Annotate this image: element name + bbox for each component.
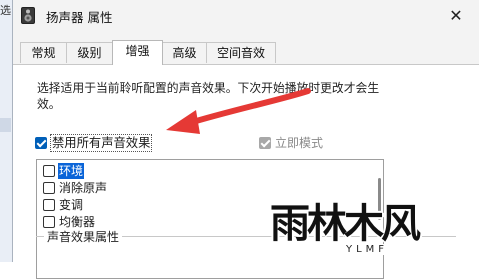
disable-all-effects-checkbox[interactable] bbox=[35, 137, 47, 149]
window-title: 扬声器 属性 bbox=[46, 10, 113, 25]
background-window-text: 选 bbox=[0, 4, 11, 17]
effect-label[interactable]: 变调 bbox=[58, 197, 84, 213]
effect-checkbox-environment[interactable] bbox=[43, 165, 55, 177]
close-button[interactable]: ✕ bbox=[433, 0, 479, 30]
enhancements-description: 选择适用于当前聆听配置的声音效果。下次开始播放时更改才会生效。 bbox=[37, 81, 380, 111]
title-bar[interactable]: 扬声器 属性 ✕ bbox=[13, 0, 479, 32]
tab-enhancements[interactable]: 增强 bbox=[112, 40, 163, 65]
effect-checkbox-equalizer[interactable] bbox=[43, 216, 55, 228]
immediate-mode-label: 立即模式 bbox=[275, 136, 324, 150]
watermark-subtext: YLMF bbox=[344, 244, 391, 255]
effect-label[interactable]: 消除原声 bbox=[58, 180, 108, 196]
effect-checkbox-pitch-shift[interactable] bbox=[43, 199, 55, 211]
background-window-highlight bbox=[0, 118, 11, 132]
immediate-mode-checkbox bbox=[259, 137, 271, 149]
watermark-brand: 雨林木风 bbox=[270, 200, 421, 247]
speaker-app-icon bbox=[21, 7, 35, 24]
close-icon: ✕ bbox=[449, 5, 463, 25]
effect-properties-legend: 声音效果属性 bbox=[44, 228, 123, 245]
disable-all-effects-label[interactable]: 禁用所有声音效果 bbox=[50, 134, 153, 152]
watermark-logo: 雨林木风 YLMF bbox=[270, 202, 470, 260]
tab-levels[interactable]: 级别 bbox=[66, 42, 113, 63]
tab-general[interactable]: 常规 bbox=[20, 42, 67, 63]
effect-label[interactable]: 环境 bbox=[58, 163, 85, 179]
tab-advanced[interactable]: 高级 bbox=[162, 42, 207, 63]
effect-checkbox-voice-cancellation[interactable] bbox=[43, 182, 55, 194]
tab-spatial-sound[interactable]: 空间音效 bbox=[206, 42, 276, 63]
tab-bar: 常规 级别 增强 高级 空间音效 bbox=[13, 40, 479, 65]
